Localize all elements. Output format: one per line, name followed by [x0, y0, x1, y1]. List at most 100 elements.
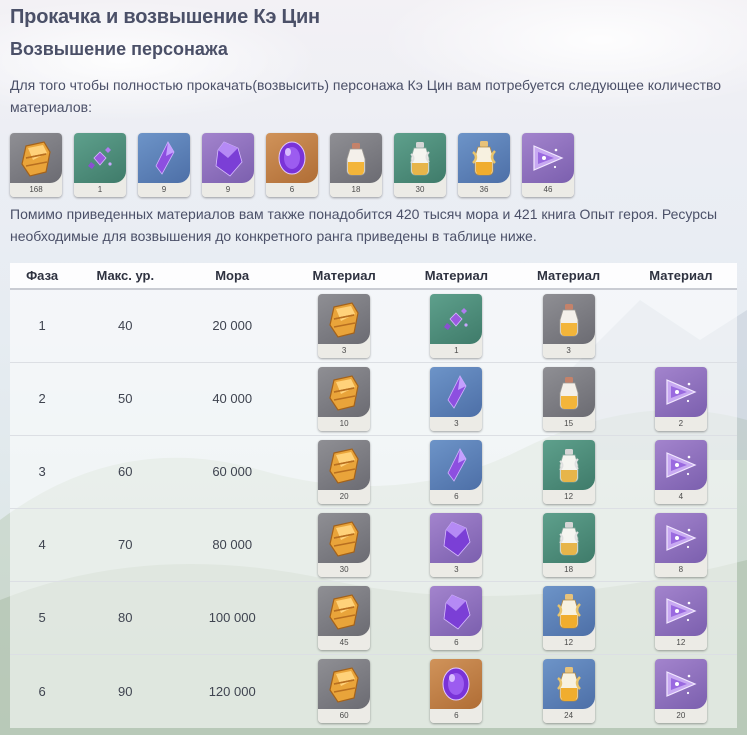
material-card[interactable]: 30: [318, 512, 371, 577]
cor-lapis-icon: [318, 512, 371, 563]
material-cell: 15: [512, 362, 625, 436]
material-cell: 6: [400, 435, 513, 509]
material-count: 3: [318, 343, 371, 358]
material-cell: 24: [512, 654, 624, 728]
material-card[interactable]: 1: [74, 133, 126, 197]
table-header-row: Фаза Макс. ур. Мора Материал Материал Ма…: [10, 263, 737, 290]
cor-lapis-icon: [318, 293, 371, 344]
lightning-prism-icon: [654, 659, 707, 710]
material-count: 6: [266, 183, 318, 197]
max-level-cell: 90: [118, 683, 133, 699]
material-card[interactable]: 12: [542, 585, 595, 650]
table-row: 2 50 40 000 10 3 15 2: [10, 362, 737, 436]
material-card[interactable]: 36: [458, 133, 510, 197]
material-card[interactable]: 6: [430, 659, 483, 724]
material-cell: 20: [288, 435, 401, 509]
material-card[interactable]: 24: [542, 659, 595, 724]
material-cell: 3: [400, 508, 513, 582]
material-card[interactable]: 6: [266, 133, 318, 197]
material-count: 12: [542, 635, 595, 650]
material-card[interactable]: 18: [542, 512, 595, 577]
energy-nectar-icon: [542, 659, 595, 710]
mora-cell: 60 000: [176, 435, 288, 509]
max-level-cell: 80: [74, 581, 177, 655]
vajrada-fragment-icon: [138, 133, 190, 183]
shimmering-nectar-icon: [542, 439, 595, 490]
vajrada-chunk-icon: [430, 585, 483, 636]
material-card[interactable]: 168: [10, 133, 62, 197]
material-card[interactable]: 12: [542, 439, 595, 504]
material-card[interactable]: 8: [654, 512, 707, 577]
material-card[interactable]: 15: [542, 366, 595, 431]
material-card[interactable]: 20: [654, 659, 707, 724]
material-card[interactable]: 1: [430, 293, 483, 358]
material-card[interactable]: 4: [654, 439, 707, 504]
table-row: 1 40 20 000 3 1 3: [10, 289, 737, 363]
material-cell: 4: [624, 435, 737, 509]
material-cell: 30: [288, 508, 401, 582]
material-card[interactable]: 9: [202, 133, 254, 197]
material-count: 3: [430, 562, 483, 577]
material-count: 3: [542, 343, 595, 358]
material-count: 3: [430, 416, 483, 431]
material-cell: 10: [288, 362, 401, 436]
material-count: 45: [318, 635, 371, 650]
material-card[interactable]: 9: [138, 133, 190, 197]
material-card[interactable]: 60: [318, 659, 371, 724]
vajrada-sliver-icon: [74, 133, 126, 183]
table-row: 4 70 80 000 30 3 18 8: [10, 508, 737, 582]
material-cell: 45: [288, 581, 401, 655]
material-card[interactable]: 3: [542, 293, 595, 358]
phase-cell: 5: [10, 581, 75, 655]
material-card[interactable]: 6: [430, 585, 483, 650]
table-row: 6 90 120 000 60 6 24 20: [10, 654, 737, 728]
material-count: 36: [458, 183, 510, 197]
material-card[interactable]: 45: [318, 585, 371, 650]
mora-cell: 120 000: [208, 683, 256, 699]
section-title: Возвышение персонажа: [10, 39, 228, 59]
material-count: 4: [654, 489, 707, 504]
material-count: 1: [74, 183, 126, 197]
phase-cell: 4: [10, 508, 75, 582]
material-card[interactable]: 3: [430, 512, 483, 577]
material-card[interactable]: 10: [318, 366, 371, 431]
material-count: 168: [10, 183, 62, 197]
material-card[interactable]: 20: [318, 439, 371, 504]
total-materials-list: 168 1 9 9 6 18 30 36 46: [10, 133, 574, 197]
material-count: 9: [138, 183, 190, 197]
material-card[interactable]: 3: [430, 366, 483, 431]
mora-cell: 100 000: [176, 581, 288, 655]
mora-cell: 20 000: [176, 289, 288, 363]
material-count: 20: [318, 489, 371, 504]
material-card[interactable]: 2: [654, 366, 707, 431]
vajrada-fragment-icon: [430, 439, 483, 490]
material-count: 2: [654, 416, 707, 431]
whopperflower-nectar-icon: [542, 366, 595, 417]
header-phase: Фаза: [10, 263, 75, 290]
shimmering-nectar-icon: [542, 512, 595, 563]
max-level-cell: 70: [74, 508, 177, 582]
cor-lapis-icon: [318, 366, 371, 417]
header-material-1: Материал: [288, 263, 401, 290]
material-card[interactable]: 3: [318, 293, 371, 358]
material-card[interactable]: 6: [430, 439, 483, 504]
material-count: 20: [654, 709, 707, 724]
cor-lapis-icon: [10, 133, 62, 183]
material-card[interactable]: 46: [522, 133, 574, 197]
extra-resources-text: Помимо приведенных материалов вам также …: [10, 206, 718, 244]
ascension-table: Фаза Макс. ур. Мора Материал Материал Ма…: [10, 263, 737, 728]
material-count: 10: [318, 416, 371, 431]
lightning-prism-icon: [654, 366, 707, 417]
material-cell: 18: [512, 508, 625, 582]
mora-cell: 80 000: [176, 508, 288, 582]
material-card[interactable]: 12: [654, 585, 707, 650]
material-count: 9: [202, 183, 254, 197]
header-max-level: Макс. ур.: [74, 263, 177, 290]
material-card[interactable]: 18: [330, 133, 382, 197]
material-count: 6: [430, 709, 483, 724]
whopperflower-nectar-icon: [330, 133, 382, 183]
vajrada-fragment-icon: [430, 366, 483, 417]
energy-nectar-icon: [458, 133, 510, 183]
material-card[interactable]: 30: [394, 133, 446, 197]
header-material-2: Материал: [400, 263, 513, 290]
